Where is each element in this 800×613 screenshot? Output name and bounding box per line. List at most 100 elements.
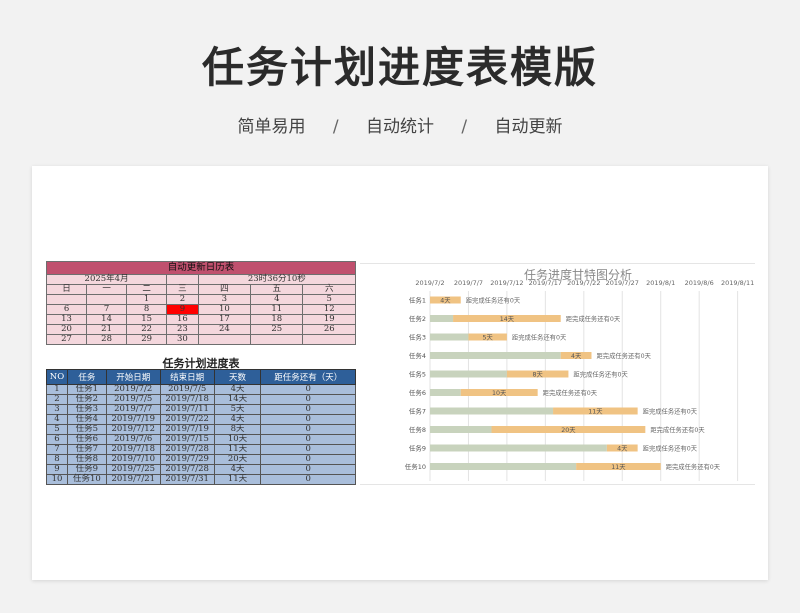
calendar-day: 11 [250, 304, 304, 315]
table-cell: 2019/7/6 [105, 434, 161, 445]
calendar-day: 15 [126, 314, 168, 325]
calendar-day [197, 334, 252, 345]
table-cell: 8天 [213, 424, 262, 435]
x-tick-label: 2019/7/7 [454, 279, 483, 287]
table-row: 9 任务9 2019/7/25 2019/7/28 4天 0 [46, 464, 356, 475]
calendar-day: 19 [302, 314, 356, 325]
table-cell: 4天 [213, 414, 262, 425]
preview-card: 自动更新日历表 2025年4月 23时36分10秒 日一二三四五六 123456… [32, 166, 768, 580]
offset-bar [430, 463, 577, 470]
x-tick-label: 2019/8/6 [685, 279, 714, 287]
table-cell: 2019/7/29 [159, 454, 215, 465]
calendar-day: 17 [197, 314, 252, 325]
tag-separator: / [332, 117, 339, 137]
calendar-info-row: 2025年4月 23时36分10秒 [45, 274, 357, 285]
table-row: 4 任务4 2019/7/19 2019/7/22 4天 0 [46, 414, 356, 425]
calendar-day: 7 [86, 304, 128, 315]
table-cell: 2019/7/21 [105, 474, 161, 485]
table-row: 10 任务10 2019/7/21 2019/7/31 11天 0 [46, 474, 356, 485]
x-tick-label: 2019/8/11 [721, 279, 754, 287]
remaining-label: 距完成任务还有0天 [643, 443, 698, 452]
remaining-label: 距完成任务还有0天 [643, 406, 698, 415]
calendar-day: 25 [250, 324, 304, 335]
category-label: 任务6 [409, 388, 426, 397]
calendar-day: 28 [86, 334, 128, 345]
table-cell: 14天 [213, 394, 262, 405]
table-cell: 3 [46, 404, 68, 415]
task-table: NO 任务 开始日期 结束日期 天数 距任务还有（天） 1 任务1 2019/7/2 2019/… [46, 369, 356, 485]
table-cell: 2019/7/31 [159, 474, 215, 485]
weekday-label: 五 [250, 284, 304, 295]
calendar-blank [166, 274, 199, 285]
table-cell: 2 [46, 394, 68, 405]
table-cell: 4 [46, 414, 68, 425]
tag-update: 自动更新 [494, 117, 563, 137]
calendar-day [250, 334, 304, 345]
x-tick-label: 2019/7/12 [490, 279, 523, 287]
table-cell: 0 [260, 394, 356, 405]
offset-bar [430, 315, 454, 322]
calendar-day: 23 [166, 324, 199, 335]
remaining-label: 距完成任务还有0天 [466, 295, 521, 304]
calendar-table: 自动更新日历表 2025年4月 23时36分10秒 日一二三四五六 123456… [45, 261, 357, 345]
calendar-day: 4 [250, 294, 304, 305]
weekday-label: 六 [302, 284, 356, 295]
table-cell: 5天 [213, 404, 262, 415]
table-cell: 2019/7/19 [105, 414, 161, 425]
offset-bar [430, 407, 554, 415]
table-cell: 2019/7/2 [105, 384, 161, 395]
weekday-label: 二 [126, 284, 168, 295]
calendar-day: 2 [166, 294, 199, 305]
table-cell: 6 [46, 434, 68, 445]
table-cell: 任务3 [66, 404, 107, 415]
table-cell: 0 [260, 444, 356, 455]
calendar-week-row: 13 14 15 16 17 18 19 [45, 314, 356, 325]
table-cell: 2019/7/15 [159, 434, 215, 445]
table-cell: 2019/7/28 [159, 444, 215, 455]
table-cell: 4天 [213, 464, 262, 475]
calendar-day: 20 [45, 324, 88, 335]
category-label: 任务7 [409, 407, 426, 416]
calendar-clock: 23时36分10秒 [197, 274, 357, 285]
task-table-header: NO 任务 开始日期 结束日期 天数 距任务还有（天） [46, 369, 356, 385]
calendar-day: 13 [45, 314, 88, 325]
column-header: 任务 [66, 369, 107, 385]
table-cell: 任务9 [66, 464, 107, 475]
calendar-day: 30 [166, 334, 199, 345]
table-cell: 2019/7/5 [105, 394, 161, 405]
calendar-day: 1 [126, 294, 168, 305]
table-cell: 2019/7/11 [159, 404, 215, 415]
table-cell: 2019/7/19 [159, 424, 215, 435]
category-label: 任务4 [409, 351, 426, 360]
table-row: 6 任务6 2019/7/6 2019/7/15 10天 0 [46, 434, 356, 445]
table-cell: 20天 [213, 454, 262, 465]
table-row: 2 任务2 2019/7/5 2019/7/18 14天 0 [46, 394, 356, 405]
category-label: 任务5 [409, 370, 426, 379]
offset-bar [430, 389, 461, 396]
table-cell: 10 [46, 474, 68, 485]
column-header: 距任务还有（天） [260, 369, 356, 385]
calendar-day: 21 [86, 324, 128, 335]
table-cell: 5 [46, 424, 68, 435]
calendar-day: 16 [166, 314, 199, 325]
table-cell: 任务6 [66, 434, 107, 445]
table-cell: 11天 [213, 474, 262, 485]
table-cell: 任务4 [66, 414, 107, 425]
remaining-label: 距完成任务还有0天 [666, 462, 721, 471]
table-cell: 2019/7/7 [105, 404, 161, 415]
table-cell: 4天 [213, 384, 262, 395]
table-cell: 2019/7/12 [105, 424, 161, 435]
calendar-day: 8 [126, 304, 168, 315]
calendar-day: 29 [126, 334, 168, 345]
calendar-day [86, 294, 128, 305]
calendar-month: 2025年4月 [45, 274, 168, 285]
table-cell: 1 [46, 384, 68, 395]
gantt-chart: 2019/7/2 2019/7/7 2019/7/12 2019/7/17 2019/7… [405, 267, 754, 481]
table-cell: 10天 [213, 434, 262, 445]
duration-label: 4天 [440, 296, 451, 304]
table-cell: 0 [260, 454, 356, 465]
calendar-day: 26 [302, 324, 356, 335]
remaining-label: 距完成任务还有0天 [543, 388, 598, 397]
offset-bar [430, 352, 561, 359]
table-cell: 9 [46, 464, 68, 475]
